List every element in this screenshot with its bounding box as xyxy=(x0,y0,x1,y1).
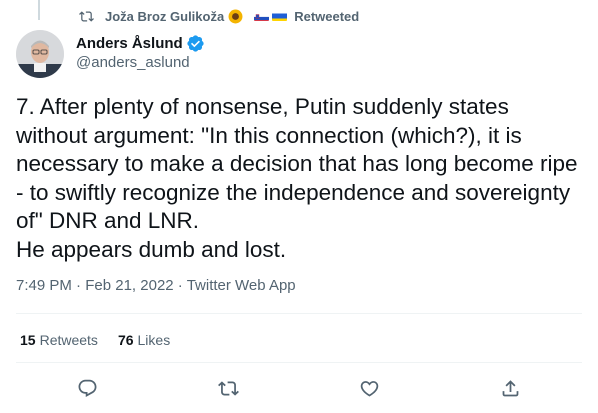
share-button[interactable] xyxy=(492,370,528,406)
like-button[interactable] xyxy=(351,370,387,406)
retweeted-label: Retweeted xyxy=(294,8,360,24)
share-icon xyxy=(502,379,518,396)
likes-stat[interactable]: 76 Likes xyxy=(118,332,170,348)
likes-label: Likes xyxy=(137,332,171,348)
retweet-context: Joža Broz Gulikoža Retweeted xyxy=(79,7,359,25)
tweet-metadata: 7:49 PM · Feb 21, 2022 · Twitter Web App xyxy=(16,277,296,294)
verified-badge-icon xyxy=(187,35,204,52)
retweets-count: 15 xyxy=(20,332,36,348)
retweets-stat[interactable]: 15 Retweets xyxy=(20,332,98,348)
like-icon xyxy=(360,380,378,397)
author-display-name[interactable]: Anders Åslund xyxy=(76,35,183,52)
divider-bottom xyxy=(16,362,582,363)
engagement-stats: 15 Retweets 76 Likes xyxy=(20,332,190,348)
thread-connector-line xyxy=(38,0,40,20)
retweet-button[interactable] xyxy=(210,370,246,406)
author-avatar[interactable] xyxy=(16,30,64,78)
divider-top xyxy=(16,313,582,314)
tweet-time[interactable]: 7:49 PM xyxy=(16,277,72,294)
reply-button[interactable] xyxy=(69,370,105,406)
retweet-icon xyxy=(217,380,239,396)
meta-separator: · xyxy=(76,277,82,294)
retweet-icon xyxy=(79,10,94,22)
slovenia-flag-icon xyxy=(254,11,270,21)
author-handle[interactable]: @anders_aslund xyxy=(76,54,190,71)
meta-separator: · xyxy=(177,277,183,294)
tweet-text: 7. After plenty of nonsense, Putin sudde… xyxy=(16,94,578,262)
reply-icon xyxy=(78,379,96,397)
author-name-row[interactable]: Anders Åslund xyxy=(76,34,205,53)
tweet-source[interactable]: Twitter Web App xyxy=(187,277,296,294)
retweeter-name[interactable]: Joža Broz Gulikoža xyxy=(105,9,224,24)
sunflower-emoji-icon xyxy=(228,9,243,23)
tweet-actions-bar xyxy=(0,370,598,406)
ukraine-flag-icon xyxy=(272,11,288,21)
likes-count: 76 xyxy=(117,332,134,348)
retweets-label: Retweets xyxy=(39,332,98,348)
tweet-date[interactable]: Feb 21, 2022 xyxy=(85,277,173,294)
